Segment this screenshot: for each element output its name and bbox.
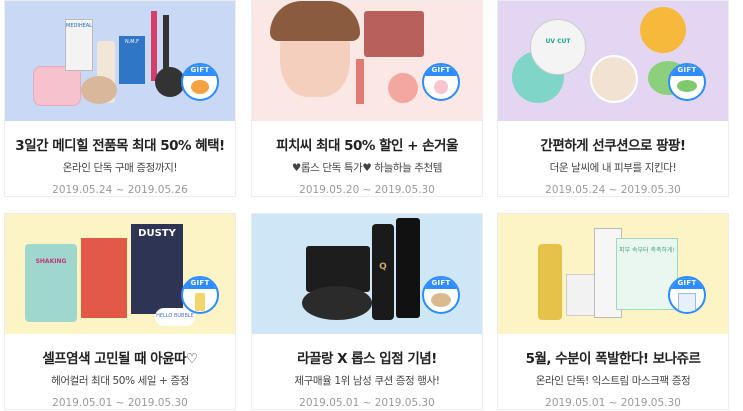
promo-dates: 2019.05.01 ~ 2019.05.30: [52, 397, 188, 409]
model-hair: [270, 1, 360, 41]
hair-dye-box-shaking: SHAKING: [25, 244, 77, 322]
gift-badge: GIFT: [668, 63, 706, 101]
gift-badge: GIFT: [422, 276, 460, 314]
promo-image-hair-color[interactable]: SHAKING DUSTY HELLO BUBBLE GIFT: [5, 214, 235, 334]
cushion-compact: [81, 76, 117, 104]
lipstick: [356, 59, 364, 104]
hair-dye-box-red: [81, 238, 127, 318]
promo-subtitle: 온라인 단독 구매 증정까지!: [62, 162, 178, 174]
promo-dates: 2019.05.20 ~ 2019.05.30: [299, 184, 435, 196]
promo-card-peach-c[interactable]: GIFT 피치씨 최대 50% 할인 + 손거울 ♥롭스 단독 특가♥ 하늘하늘…: [251, 0, 483, 197]
jar-product-pink: [33, 66, 81, 106]
promo-card-sun-cushion[interactable]: UV CUT GIFT 간편하게 선쿠션으로 팡팡! 더운 날씨에 내 피부를 …: [497, 0, 729, 197]
promo-card-mediheal[interactable]: MEDIHEAL N.M.F GIFT 3일간 메디힐 전품목 최대 50% 혜…: [4, 0, 236, 197]
promo-card-hair-color[interactable]: SHAKING DUSTY HELLO BUBBLE GIFT 셀프염색 고민될…: [4, 213, 236, 410]
promo-title[interactable]: 라끌랑 X 롭스 입점 기념!: [252, 347, 482, 367]
promo-title[interactable]: 5월, 수분이 폭발한다! 보나쥬르: [498, 347, 728, 367]
promo-subtitle: 더운 날씨에 내 피부를 지킨다!: [549, 162, 677, 174]
blue-mask-box: N.M.F: [119, 36, 145, 84]
promo-subtitle: 온라인 단독! 익스트림 마스크팩 증정: [535, 375, 691, 387]
eyeshadow-palette: [364, 11, 424, 57]
cushion-black: [302, 286, 372, 320]
cushion-lid: UV CUT: [530, 19, 586, 75]
promo-dates: 2019.05.01 ~ 2019.05.30: [299, 397, 435, 409]
bottle-black: Q: [372, 224, 394, 320]
promo-image-sun-cushion[interactable]: UV CUT GIFT: [498, 1, 728, 121]
gift-badge: GIFT: [181, 276, 219, 314]
promo-image-peach-c[interactable]: GIFT: [252, 1, 482, 121]
tube-black: [396, 218, 420, 318]
gift-badge: GIFT: [668, 276, 706, 314]
promo-image-mediheal[interactable]: MEDIHEAL N.M.F GIFT: [5, 1, 235, 121]
promo-dates: 2019.05.24 ~ 2019.05.26: [52, 184, 188, 196]
mascara-tube: [151, 11, 157, 81]
promo-image-laclan[interactable]: Q GIFT: [252, 214, 482, 334]
promo-dates: 2019.05.24 ~ 2019.05.30: [545, 184, 681, 196]
promo-dates: 2019.05.01 ~ 2019.05.30: [545, 397, 681, 409]
promo-subtitle: 헤어컬러 최대 50% 세일 + 증정: [51, 375, 189, 387]
promo-title[interactable]: 간편하게 선쿠션으로 팡팡!: [498, 134, 728, 154]
gift-badge: GIFT: [181, 63, 219, 101]
character-compact: [640, 7, 686, 53]
mask-pack: MEDIHEAL: [65, 19, 93, 71]
promo-title[interactable]: 3일간 메디힐 전품목 최대 50% 혜택!: [5, 134, 235, 154]
promo-card-bonajour[interactable]: 피부 속부터 촉촉하게! GIFT 5월, 수분이 폭발한다! 보나쥬르 온라인…: [497, 213, 729, 410]
dropper-bottle: [538, 244, 562, 320]
promo-subtitle: 제구매율 1위 남성 쿠션 증정 행사!: [294, 375, 440, 387]
promo-image-bonajour[interactable]: 피부 속부터 촉촉하게! GIFT: [498, 214, 728, 334]
gift-badge: GIFT: [422, 63, 460, 101]
promo-subtitle: ♥롭스 단독 특가♥ 하늘하늘 추천템: [291, 162, 443, 174]
promo-title[interactable]: 셀프염색 고민될 때 아윤따♡: [5, 347, 235, 367]
promo-title[interactable]: 피치씨 최대 50% 할인 + 손거울: [252, 134, 482, 154]
cushion-open: [590, 55, 638, 103]
hair-dye-box-dusty: DUSTY: [131, 224, 183, 314]
promo-card-laclan[interactable]: Q GIFT 라끌랑 X 롭스 입점 기념! 제구매율 1위 남성 쿠션 증정 …: [251, 213, 483, 410]
blush-compact: [388, 73, 418, 103]
